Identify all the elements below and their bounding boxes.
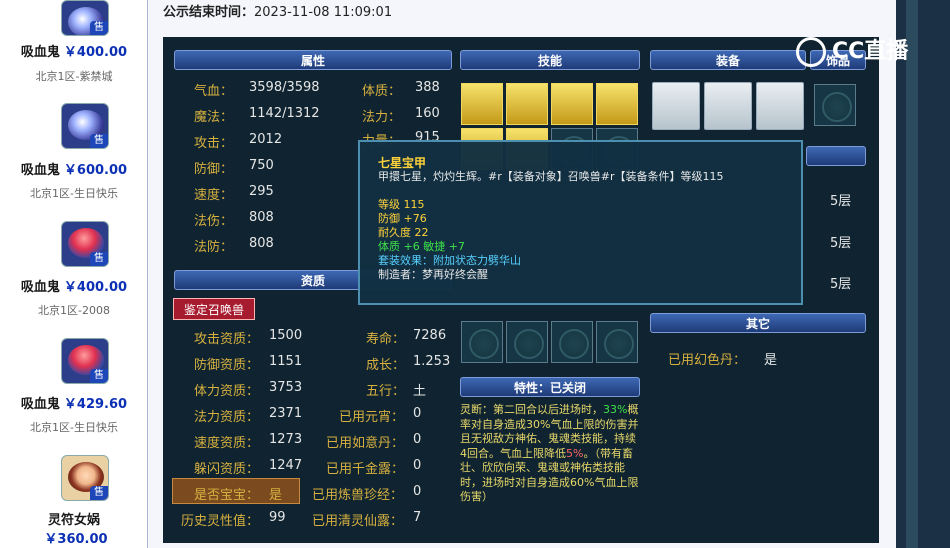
apt-used-yuanxiao: 已用元宵： 0 [339, 406, 422, 425]
apt-used-qingling: 已用清灵仙露： 7 [312, 510, 422, 529]
listing-title[interactable]: 吸血鬼 ￥429.60 [0, 393, 148, 412]
pet-thumbnail[interactable]: 售 [61, 0, 109, 36]
sale-tag: 售 [90, 134, 108, 148]
skill-eye-icon[interactable] [461, 83, 503, 125]
attr-mp: 魔法： 1142/1312 [194, 106, 320, 125]
listing-title[interactable]: 吸血鬼 ￥400.00 [0, 41, 148, 60]
skill-blade-icon[interactable] [596, 83, 638, 125]
empty-decor-slot [814, 84, 856, 126]
attr-magic-dmg: 法伤： 808 [194, 210, 274, 229]
appraise-pet-button[interactable]: 鉴定召唤兽 [173, 298, 255, 320]
tooltip-durability: 耐久度 22 [378, 226, 429, 239]
apt-used-qianjin: 已用千金露： 0 [326, 458, 422, 477]
attr-hp: 气血： 3598/3598 [194, 80, 320, 99]
empty-skill-slot [506, 321, 548, 363]
apt-growth: 成长： 1.253 [366, 354, 451, 373]
apt-defense: 防御资质： 1151 [194, 354, 303, 373]
pet-thumbnail[interactable]: 售 [61, 455, 109, 501]
apt-used-ruyi: 已用如意丹： 0 [326, 432, 422, 451]
sale-tag: 售 [90, 21, 108, 35]
skill-figure-icon[interactable] [506, 83, 548, 125]
apt-used-lianshou: 已用炼兽珍经： 0 [312, 484, 422, 503]
apt-mana: 法力资质： 2371 [194, 406, 303, 425]
trait-header: 特性：已关闭 [460, 377, 640, 397]
trait-description: 灵断：第二回合以后进场时，33%概率对自身造成30%气血上限的伤害并且无视敌方神… [460, 403, 639, 503]
equipment-header: 装备 [650, 50, 806, 70]
empty-skill-slot [461, 321, 503, 363]
logo-c-icon [796, 37, 826, 67]
other-header: 其它 [650, 313, 866, 333]
layer-count: 5层 [830, 277, 852, 292]
stream-logo: CC直播 [796, 34, 926, 70]
tooltip-desc: 甲擐七星，灼灼生辉。#r【装备对象】召唤兽#r【装备条件】等级115 [378, 170, 724, 183]
attr-magic-def: 法防： 808 [194, 236, 274, 255]
pet-thumbnail[interactable]: 售 [61, 338, 109, 384]
sale-tag: 售 [90, 252, 108, 266]
apt-attack: 攻击资质： 1500 [194, 328, 303, 347]
tooltip-title: 七星宝甲 [378, 156, 427, 170]
tooltip-set-effect: 套装效果：附加状态力劈华山 [378, 254, 521, 267]
public-end-time: 公示结束时间：2023-11-08 11:09:01 [163, 5, 393, 20]
listing-server: 北京1区-生日快乐 [30, 421, 118, 434]
listing-server: 北京1区-2008 [38, 304, 110, 317]
used-color-pill: 已用幻色丹：是 [668, 353, 778, 368]
listing-price: ￥600.00 [63, 163, 128, 178]
tooltip-level: 等级 115 [378, 198, 425, 211]
empty-skill-slot [551, 321, 593, 363]
tooltip-defense: 防御 +76 [378, 212, 427, 225]
attributes-header: 属性 [174, 50, 452, 70]
skills-header: 技能 [460, 50, 640, 70]
sale-tag: 售 [90, 486, 108, 500]
layer-count: 5层 [830, 194, 852, 209]
apt-is-baby: 是否宝宝：是 [194, 488, 283, 503]
empty-skill-slot [596, 321, 638, 363]
equipment-tooltip: 七星宝甲 甲擐七星，灼灼生辉。#r【装备对象】召唤兽#r【装备条件】等级115 … [358, 140, 803, 305]
apt-speed: 速度资质： 1273 [194, 432, 303, 451]
sale-tag: 售 [90, 369, 108, 383]
listing-price: ￥360.00 [44, 532, 108, 547]
listing-title[interactable]: 吸血鬼 ￥400.00 [0, 276, 148, 295]
listing-server: 北京1区-紫禁城 [35, 70, 113, 83]
attr-attack: 攻击： 2012 [194, 132, 283, 151]
apt-dodge: 躲闪资质： 1247 [194, 458, 303, 477]
listing-price: ￥400.00 [63, 280, 128, 295]
apt-element: 五行：土 [366, 384, 427, 399]
pet-thumbnail[interactable]: 售 [61, 221, 109, 267]
apt-stamina: 体力资质： 3753 [194, 380, 303, 399]
apt-lifespan: 寿命： 7286 [366, 328, 447, 347]
listing-price: ￥429.60 [63, 397, 128, 412]
equip-bracer-icon[interactable] [652, 82, 700, 130]
listing-title[interactable]: 灵符女娲 [0, 509, 148, 528]
attr-constitution: 体质： 388 [362, 80, 440, 99]
skill-swords-icon[interactable] [551, 83, 593, 125]
equip-armor-icon[interactable] [756, 82, 804, 130]
apt-spirit-history: 历史灵性值： 99 [181, 510, 286, 529]
layer-count: 5层 [830, 236, 852, 251]
attr-speed: 速度： 295 [194, 184, 274, 203]
equip-collar-icon[interactable] [704, 82, 752, 130]
pet-thumbnail[interactable]: 售 [61, 103, 109, 149]
tooltip-maker: 制造者：梦再好终会醒 [378, 268, 488, 281]
listing-title[interactable]: 吸血鬼 ￥600.00 [0, 159, 148, 178]
section-header-partial [806, 146, 866, 166]
listing-price: ￥400.00 [63, 45, 128, 60]
tooltip-bonus: 体质 +6 敏捷 +7 [378, 240, 465, 253]
listing-server: 北京1区-生日快乐 [30, 187, 118, 200]
attr-defense: 防御： 750 [194, 158, 274, 177]
right-rail [896, 0, 950, 548]
attr-mana: 法力： 160 [362, 106, 440, 125]
